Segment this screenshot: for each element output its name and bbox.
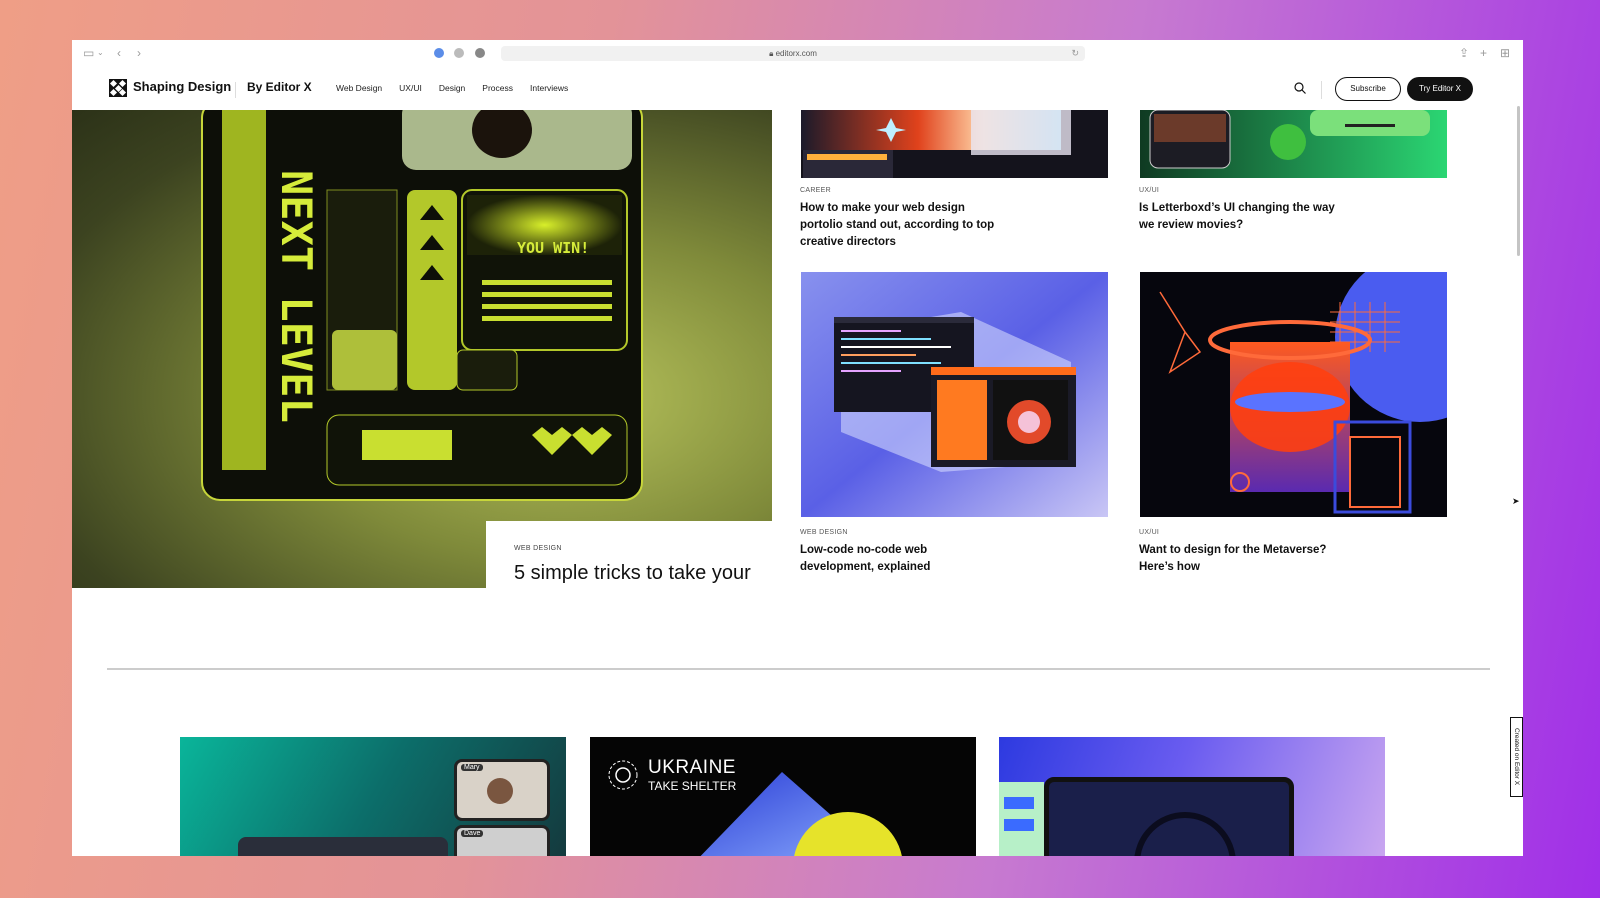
hero-category[interactable]: WEB DESIGN — [514, 545, 562, 552]
card-category[interactable]: WEB DESIGN — [800, 529, 848, 536]
back-icon[interactable]: ‹ — [117, 46, 121, 60]
tab-overview-icon[interactable]: ⊞ — [1500, 46, 1510, 60]
metaverse-art — [1159, 272, 1447, 514]
share-icon[interactable]: ⇪ — [1459, 46, 1469, 60]
card-title[interactable]: Low-code no-code web development, explai… — [800, 542, 1000, 576]
participant-name: Mary — [461, 764, 483, 771]
nav-interviews[interactable]: Interviews — [530, 83, 568, 93]
privacy-extension-icon[interactable] — [475, 48, 485, 58]
divider — [235, 82, 236, 98]
card-lowcode-image[interactable] — [801, 272, 1108, 517]
card-title[interactable]: Want to design for the Metaverse? Here’s… — [1139, 542, 1339, 576]
card-category[interactable]: CAREER — [800, 187, 831, 194]
card-device-image[interactable] — [999, 737, 1385, 856]
search-icon[interactable] — [1294, 82, 1306, 94]
device-frame — [1044, 777, 1294, 856]
try-editor-x-button[interactable]: Try Editor X — [1407, 77, 1473, 101]
card-category[interactable]: UX/UI — [1139, 187, 1159, 194]
browser-window: ▭ ⌄ ‹ › 🔒︎ editorx.com ↻ ⇪ + ⊞ Shaping D… — [72, 40, 1523, 856]
section-divider — [107, 668, 1490, 670]
ukraine-art — [608, 760, 902, 856]
avatar — [487, 778, 513, 804]
ui-panel — [1004, 819, 1034, 831]
url-text: editorx.com — [775, 49, 817, 58]
reload-icon[interactable]: ↻ — [1071, 46, 1079, 61]
nav-process[interactable]: Process — [482, 83, 513, 93]
forward-icon[interactable]: › — [137, 46, 141, 60]
card-metaverse-image[interactable] — [1140, 272, 1447, 517]
nav-ux-ui[interactable]: UX/UI — [399, 83, 422, 93]
browser-toolbar: ▭ ⌄ ‹ › 🔒︎ editorx.com ↻ ⇪ + ⊞ — [72, 40, 1523, 67]
password-extension-icon[interactable] — [434, 48, 444, 58]
participant-name: Dave — [461, 830, 484, 837]
hero-caption: WEB DESIGN 5 simple tricks to take your … — [486, 521, 772, 588]
cursor-icon: ➤ — [1512, 496, 1520, 506]
subscribe-button[interactable]: Subscribe — [1335, 77, 1401, 101]
main-nav: Web Design UX/UI Design Process Intervie… — [336, 83, 568, 93]
svg-text:NEXT LEVEL: NEXT LEVEL — [272, 170, 321, 423]
abstract-art — [1140, 110, 1447, 178]
ui-panel — [1004, 797, 1034, 809]
card-title[interactable]: How to make your web design portolio sta… — [800, 200, 1000, 251]
site-title[interactable]: Shaping Design — [133, 79, 231, 94]
ukraine-subtitle: TAKE SHELTER — [648, 779, 737, 793]
video-tile: Mary — [454, 759, 550, 821]
ukraine-title: UKRAINE — [648, 757, 736, 778]
hero-art-text: YOU WIN! — [517, 239, 589, 257]
byline[interactable]: By Editor X — [247, 80, 312, 94]
video-tile: Dave — [454, 825, 550, 856]
card-category[interactable]: UX/UI — [1139, 529, 1159, 536]
divider — [1321, 81, 1322, 99]
scrollbar[interactable] — [1517, 106, 1520, 256]
new-tab-icon[interactable]: + — [1480, 46, 1487, 60]
chevron-down-icon[interactable]: ⌄ — [97, 46, 104, 60]
hero-article[interactable]: YOU WIN! NEXT LEVEL WEB DESIGN 5 simple … — [72, 110, 772, 588]
shield-extension-icon[interactable] — [454, 48, 464, 58]
lock-icon: 🔒︎ — [769, 49, 774, 58]
hero-image: YOU WIN! NEXT LEVEL — [201, 110, 643, 501]
card-title[interactable]: Is Letterboxd’s UI changing the way we r… — [1139, 200, 1339, 234]
sunflower-icon — [608, 760, 638, 790]
card-ukraine-image[interactable]: UKRAINE TAKE SHELTER — [590, 737, 976, 856]
nav-design[interactable]: Design — [439, 83, 465, 93]
created-on-editor-x-badge[interactable]: Created on Editor X — [1510, 717, 1523, 797]
nav-web-design[interactable]: Web Design — [336, 83, 382, 93]
ring-shape — [1134, 812, 1236, 856]
site-header: Shaping Design By Editor X Web Design UX… — [72, 70, 1523, 112]
address-bar[interactable]: 🔒︎ editorx.com ↻ — [501, 46, 1085, 61]
call-toolbar — [238, 837, 448, 856]
code-window-art — [801, 272, 1108, 517]
sidebar-toggle-icon[interactable]: ▭ — [83, 46, 94, 60]
card-career-image[interactable] — [801, 110, 1108, 178]
card-video-call-image[interactable]: Mary Dave — [180, 737, 566, 856]
hero-title[interactable]: 5 simple tricks to take your website to … — [514, 559, 764, 588]
abstract-art — [801, 110, 1071, 178]
card-letterboxd-image[interactable] — [1140, 110, 1447, 178]
logo-icon[interactable] — [109, 79, 127, 97]
